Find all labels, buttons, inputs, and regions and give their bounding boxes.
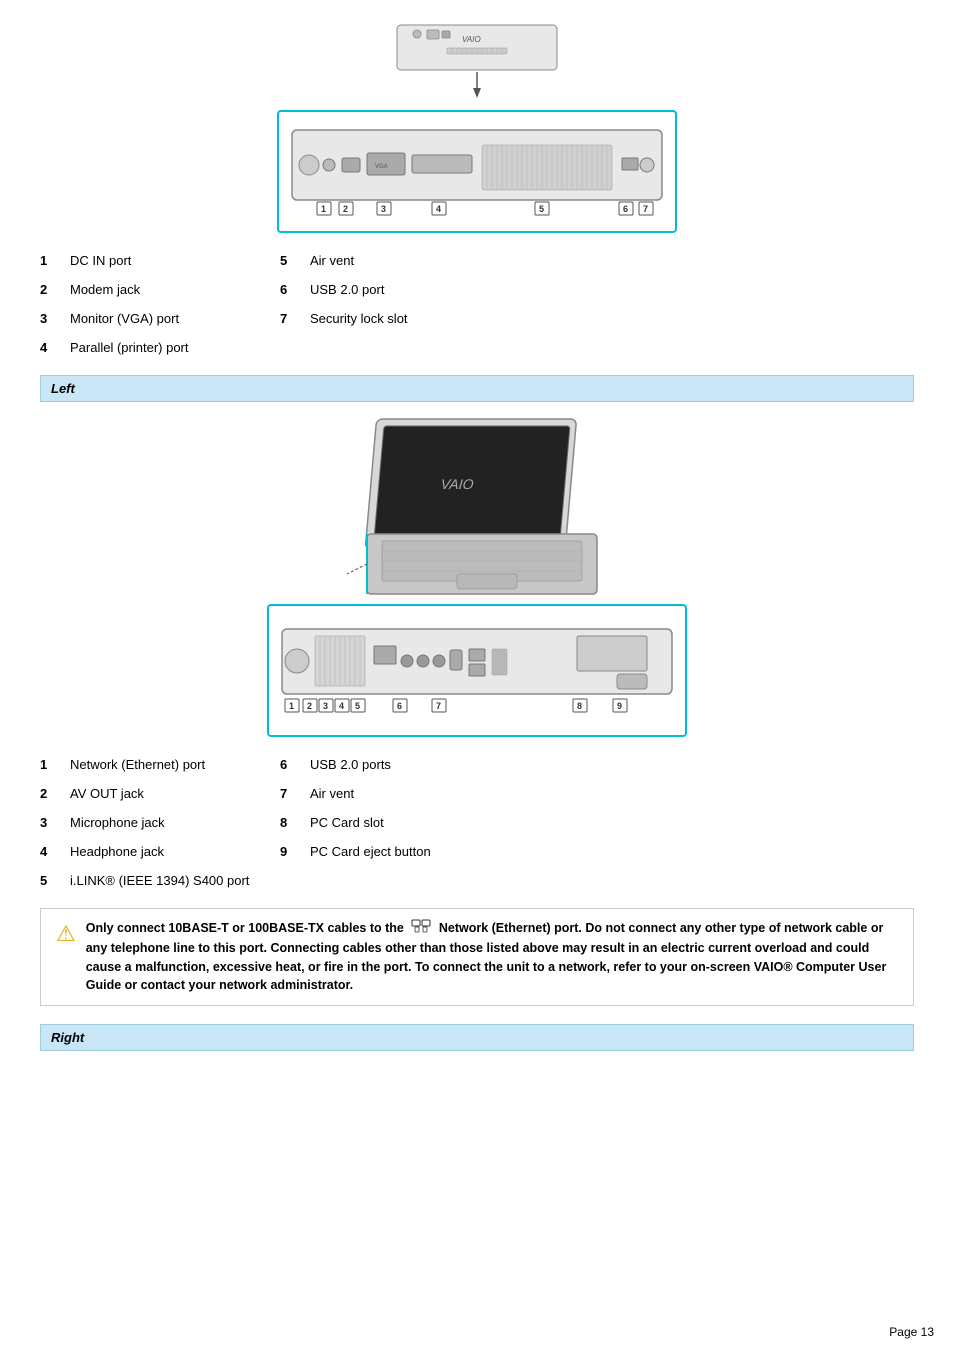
left-item-num-3: 3 bbox=[40, 815, 70, 830]
item-num-4: 4 bbox=[40, 340, 70, 355]
svg-text:2: 2 bbox=[307, 701, 312, 711]
left-item-text-4: Headphone jack bbox=[70, 844, 260, 859]
warning-box: ⚠ Only connect 10BASE-T or 100BASE-TX ca… bbox=[40, 908, 914, 1006]
warning-bold-text: Only connect 10BASE-T or 100BASE-TX cabl… bbox=[86, 921, 404, 935]
left-item-num-7: 7 bbox=[280, 786, 310, 801]
left-item-text-7: Air vent bbox=[310, 786, 914, 801]
back-labels: 1 DC IN port 5 Air vent 2 Modem jack 6 U… bbox=[40, 253, 914, 355]
svg-text:7: 7 bbox=[436, 701, 441, 711]
svg-text:5: 5 bbox=[355, 701, 360, 711]
left-item-text-1: Network (Ethernet) port bbox=[70, 757, 260, 772]
item-num-1: 1 bbox=[40, 253, 70, 268]
left-diagram: VAIO bbox=[40, 414, 914, 737]
back-top-device: VAIO bbox=[367, 20, 587, 110]
svg-text:6: 6 bbox=[397, 701, 402, 711]
left-item-num-8: 8 bbox=[280, 815, 310, 830]
svg-text:1: 1 bbox=[321, 204, 326, 214]
svg-text:1: 1 bbox=[289, 701, 294, 711]
item-num-5: 5 bbox=[280, 253, 310, 268]
left-item-num-4: 4 bbox=[40, 844, 70, 859]
item-text-3: Monitor (VGA) port bbox=[70, 311, 260, 326]
left-panel-diagram: 1 2 3 4 5 6 7 8 bbox=[267, 604, 687, 737]
svg-text:4: 4 bbox=[339, 701, 344, 711]
svg-text:3: 3 bbox=[323, 701, 328, 711]
item-num-3: 3 bbox=[40, 311, 70, 326]
warning-text: Only connect 10BASE-T or 100BASE-TX cabl… bbox=[86, 919, 898, 995]
svg-text:7: 7 bbox=[643, 204, 648, 214]
item-text-2: Modem jack bbox=[70, 282, 260, 297]
left-item-text-5: i.LINK® (IEEE 1394) S400 port bbox=[70, 873, 260, 888]
left-item-text-8: PC Card slot bbox=[310, 815, 914, 830]
left-laptop-svg: VAIO bbox=[317, 414, 637, 604]
left-section-header: Left bbox=[40, 375, 914, 402]
left-panel-svg: 1 2 3 4 5 6 7 8 bbox=[277, 614, 677, 724]
item-text-5: Air vent bbox=[310, 253, 914, 268]
left-item-num-6: 6 bbox=[280, 757, 310, 772]
left-item-num-9: 9 bbox=[280, 844, 310, 859]
back-panel-diagram: VGA bbox=[277, 110, 677, 233]
svg-text:8: 8 bbox=[577, 701, 582, 711]
left-item-text-2: AV OUT jack bbox=[70, 786, 260, 801]
svg-text:3: 3 bbox=[381, 204, 386, 214]
back-panel-svg: VGA bbox=[287, 120, 667, 220]
left-labels: 1 Network (Ethernet) port 6 USB 2.0 port… bbox=[40, 757, 914, 888]
item-num-6: 6 bbox=[280, 282, 310, 297]
left-item-num-1: 1 bbox=[40, 757, 70, 772]
item-text-1: DC IN port bbox=[70, 253, 260, 268]
item-num-7: 7 bbox=[280, 311, 310, 326]
item-num-2: 2 bbox=[40, 282, 70, 297]
svg-text:VGA: VGA bbox=[375, 164, 388, 170]
item-text-7: Security lock slot bbox=[310, 311, 914, 326]
item-text-4: Parallel (printer) port bbox=[70, 340, 260, 355]
svg-text:9: 9 bbox=[617, 701, 622, 711]
svg-text:VAIO: VAIO bbox=[440, 476, 474, 492]
svg-text:4: 4 bbox=[436, 204, 441, 214]
svg-text:VAIO: VAIO bbox=[462, 35, 481, 44]
left-item-text-9: PC Card eject button bbox=[310, 844, 914, 859]
left-item-text-3: Microphone jack bbox=[70, 815, 260, 830]
warning-icon: ⚠ bbox=[56, 921, 76, 947]
page-number: Page 13 bbox=[889, 1325, 934, 1339]
svg-text:6: 6 bbox=[623, 204, 628, 214]
right-section-header: Right bbox=[40, 1024, 914, 1051]
svg-text:2: 2 bbox=[343, 204, 348, 214]
left-item-num-5: 5 bbox=[40, 873, 70, 888]
left-item-text-6: USB 2.0 ports bbox=[310, 757, 914, 772]
svg-text:5: 5 bbox=[539, 204, 544, 214]
item-text-6: USB 2.0 port bbox=[310, 282, 914, 297]
left-item-num-2: 2 bbox=[40, 786, 70, 801]
network-icon-inline bbox=[411, 919, 431, 939]
